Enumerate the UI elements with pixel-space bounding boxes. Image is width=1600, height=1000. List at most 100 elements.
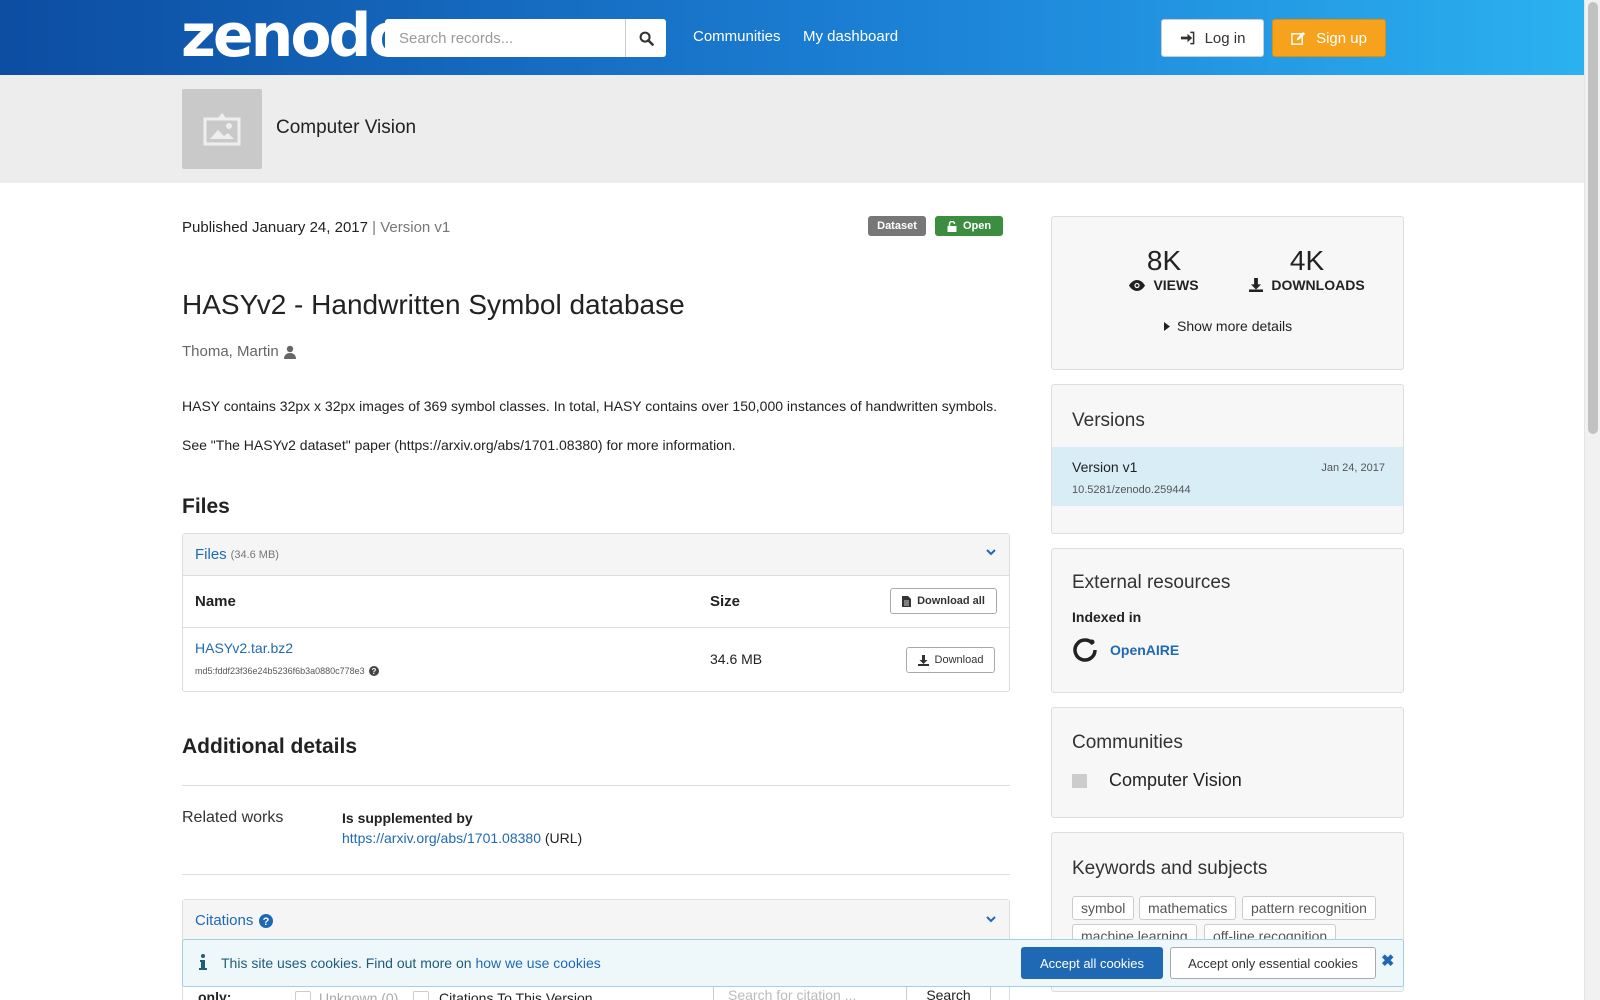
search-icon <box>639 31 654 46</box>
views-label: VIEWS <box>1153 277 1199 293</box>
record-title: HASYv2 - Handwritten Symbol database <box>182 289 685 320</box>
column-size: Size <box>710 593 741 610</box>
image-placeholder-icon <box>203 113 241 146</box>
description-paragraph: See "The HASYv2 dataset" paper (https://… <box>182 437 736 453</box>
views-count: 8K <box>1146 245 1182 276</box>
download-all-label: Download all <box>917 595 985 607</box>
relation-type: Is supplemented by <box>342 810 473 826</box>
filter-unknown-checkbox[interactable] <box>295 991 311 1000</box>
filter-version-label: Citations To This Version <box>439 990 593 1000</box>
download-label: Download <box>934 654 984 666</box>
additional-details-heading: Additional details <box>182 735 358 758</box>
relation-url-link[interactable]: https://arxiv.org/abs/1701.08380 <box>342 830 541 846</box>
filter-only-label: only: <box>198 989 232 1000</box>
show-more-details[interactable]: Show more details <box>1164 318 1292 334</box>
version-label: Version v1 <box>380 219 451 236</box>
community-entry[interactable]: Computer Vision <box>1072 770 1242 791</box>
citations-label[interactable]: Citations <box>195 912 253 929</box>
description-paragraph: HASY contains 32px x 32px images of 369 … <box>182 398 998 414</box>
caret-right-icon <box>1164 321 1170 331</box>
keyword-tag[interactable]: mathematics <box>1139 896 1237 920</box>
community-link[interactable]: Computer Vision <box>1109 770 1242 791</box>
file-name-link[interactable]: HASYv2.tar.bz2 <box>195 640 293 656</box>
published-date: Published January 24, 2017 <box>182 219 368 236</box>
signup-label: Sign up <box>1316 29 1367 47</box>
keyword-tag[interactable]: symbol <box>1072 896 1135 920</box>
downloads-stat: 4K DOWNLOADS <box>1242 245 1372 293</box>
question-circle-icon[interactable]: ? <box>368 666 379 676</box>
files-heading: Files <box>182 495 230 518</box>
openaire-entry[interactable]: OpenAIRE <box>1072 637 1179 663</box>
download-icon <box>917 654 929 666</box>
search-button[interactable] <box>625 19 666 57</box>
stats-box: 8K VIEWS 4K DOWNLOADS Show more details <box>1051 216 1404 370</box>
login-label: Log in <box>1204 29 1246 47</box>
unlock-icon <box>947 220 957 232</box>
search-box <box>385 19 666 57</box>
citations-panel-header[interactable]: Citations ? <box>183 900 1009 942</box>
download-all-button[interactable]: Download all <box>890 588 997 614</box>
column-name: Name <box>195 593 236 610</box>
indexed-in-label: Indexed in <box>1072 609 1142 625</box>
question-circle-icon[interactable]: ? <box>259 913 274 928</box>
download-button[interactable]: Download <box>906 647 995 673</box>
files-table-header: Name Size Download all <box>183 576 1009 628</box>
resource-type-badge[interactable]: Dataset <box>868 216 926 236</box>
author-name[interactable]: Thoma, Martin <box>182 343 279 360</box>
file-icon <box>902 595 912 607</box>
cookie-banner: This site uses cookies. Find out more on… <box>182 939 1404 987</box>
login-button[interactable]: Log in <box>1161 19 1264 57</box>
accept-essential-cookies-button[interactable]: Accept only essential cookies <box>1170 947 1376 979</box>
access-badge[interactable]: Open <box>935 216 1003 236</box>
top-navbar: zenodo Communities My dashboard Log in S… <box>0 0 1584 75</box>
cookie-message: This site uses cookies. Find out more on… <box>221 955 601 971</box>
community-title[interactable]: Computer Vision <box>276 117 416 139</box>
files-panel: Files (34.6 MB) Name Size Download all H… <box>182 533 1010 692</box>
filter-unknown-label: Unknown (0) <box>319 990 399 1000</box>
zenodo-logo[interactable]: zenodo <box>181 4 410 68</box>
search-input[interactable] <box>385 19 625 57</box>
checksum-text: md5:fddf23f36e24b5236f6b3a0880c778e3 <box>195 666 365 676</box>
chevron-down-icon[interactable] <box>985 913 997 925</box>
file-checksum: md5:fddf23f36e24b5236f6b3a0880c778e3 ? <box>195 666 379 676</box>
relation-kind: (URL) <box>544 830 583 846</box>
downloads-label-row: DOWNLOADS <box>1242 277 1372 293</box>
download-icon <box>1249 278 1264 292</box>
version-link[interactable]: Version v1 <box>1072 459 1137 475</box>
scrollbar-thumb[interactable] <box>1588 2 1598 434</box>
nav-communities[interactable]: Communities <box>693 28 781 45</box>
related-works-label: Related works <box>182 809 284 826</box>
external-resources-box: External resources Indexed in OpenAIRE <box>1051 548 1404 693</box>
divider <box>182 785 1010 786</box>
page-scrollbar[interactable] <box>1584 0 1600 1000</box>
downloads-label: DOWNLOADS <box>1271 277 1365 293</box>
author: Thoma, Martin <box>182 343 297 360</box>
access-label: Open <box>962 220 992 232</box>
external-heading: External resources <box>1072 572 1231 593</box>
openaire-link[interactable]: OpenAIRE <box>1110 642 1179 658</box>
accept-all-cookies-button[interactable]: Accept all cookies <box>1021 947 1163 979</box>
files-panel-header[interactable]: Files (34.6 MB) <box>183 534 1009 576</box>
svg-text:?: ? <box>263 916 270 928</box>
files-toggle-link[interactable]: Files <box>195 546 227 563</box>
nav-my-dashboard[interactable]: My dashboard <box>803 28 898 45</box>
community-logo[interactable] <box>182 89 262 169</box>
close-icon[interactable]: ✖ <box>1381 951 1394 971</box>
signup-button[interactable]: Sign up <box>1272 19 1386 57</box>
openaire-logo-icon <box>1073 638 1097 662</box>
user-icon <box>283 345 296 359</box>
views-label-row: VIEWS <box>1114 277 1214 293</box>
sign-in-icon <box>1180 31 1194 45</box>
keyword-tag[interactable]: pattern recognition <box>1242 896 1376 920</box>
keywords-heading: Keywords and subjects <box>1072 858 1268 879</box>
version-item[interactable]: Version v1 Jan 24, 2017 10.5281/zenodo.2… <box>1052 447 1403 506</box>
filter-version-checkbox[interactable] <box>413 991 429 1000</box>
community-thumbnail <box>1072 773 1087 788</box>
svg-text:?: ? <box>371 667 376 676</box>
files-total-size: (34.6 MB) <box>230 548 279 561</box>
chevron-down-icon[interactable] <box>985 546 997 558</box>
community-banner: Computer Vision <box>0 75 1584 183</box>
edit-icon <box>1291 31 1306 45</box>
cookie-policy-link[interactable]: how we use cookies <box>475 955 600 971</box>
info-icon <box>199 954 207 970</box>
